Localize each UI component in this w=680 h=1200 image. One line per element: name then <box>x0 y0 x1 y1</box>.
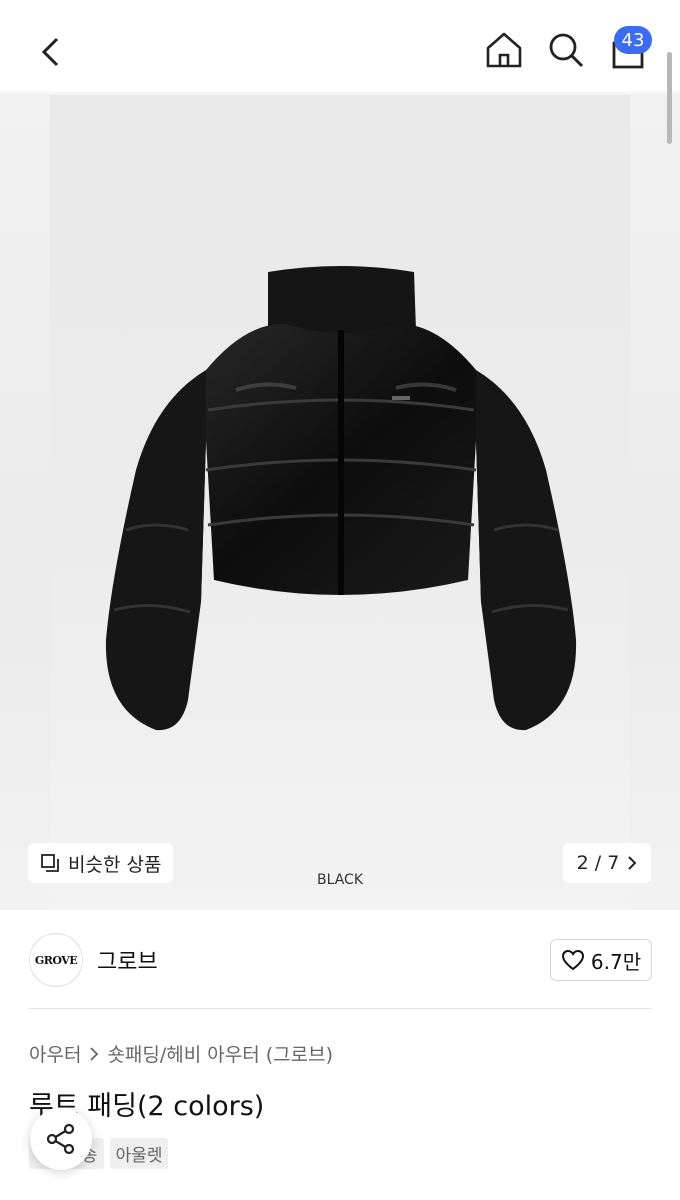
home-button[interactable] <box>482 28 526 72</box>
heart-icon <box>561 949 584 971</box>
like-button[interactable]: 6.7만 <box>550 939 652 981</box>
top-navigation-bar: 43 <box>0 0 680 144</box>
search-button[interactable] <box>544 28 588 72</box>
chevron-right-icon <box>628 856 637 870</box>
breadcrumb: 아우터 숏패딩/헤비 아우터 (그로브) <box>29 1040 333 1067</box>
scrollbar[interactable] <box>667 52 672 144</box>
product-image-area: 비슷한 상품 2 / 7 BLACK <box>0 0 680 910</box>
back-button[interactable] <box>28 30 72 74</box>
similar-items-icon <box>41 854 59 872</box>
brand-row: GROVE 그로브 6.7만 <box>0 910 680 1008</box>
tag-outlet: 아울렛 <box>109 1138 169 1169</box>
product-image-jacket[interactable] <box>96 260 586 740</box>
image-pager-count: 2 / 7 <box>576 852 620 874</box>
share-icon <box>46 1123 75 1155</box>
breadcrumb-subcategory[interactable]: 숏패딩/헤비 아우터 (그로브) <box>107 1040 333 1067</box>
cart-count-badge: 43 <box>614 26 652 54</box>
home-icon <box>486 32 522 68</box>
chevron-left-icon <box>41 37 59 67</box>
brand-name-link[interactable]: 그로브 <box>97 944 158 976</box>
breadcrumb-category[interactable]: 아우터 <box>29 1040 81 1067</box>
divider <box>28 1008 652 1009</box>
like-count: 6.7만 <box>590 949 642 974</box>
share-button[interactable] <box>30 1108 92 1170</box>
chevron-right-icon <box>90 1046 99 1061</box>
brand-logo[interactable]: GROVE <box>29 933 83 987</box>
search-icon <box>549 33 584 68</box>
image-color-caption: BLACK <box>316 872 363 888</box>
